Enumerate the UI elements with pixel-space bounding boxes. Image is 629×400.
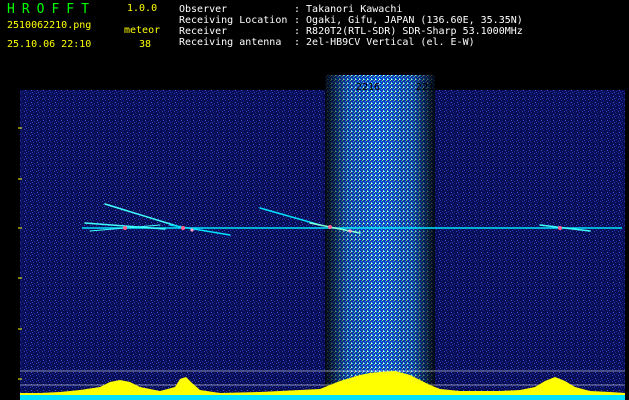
location-value: : Ogaki, Gifu, JAPAN (136.60E, 35.35N) bbox=[294, 15, 523, 26]
x-tick-label: 2217 bbox=[416, 82, 440, 93]
y-tick-label: 1.1 bbox=[2, 124, 20, 135]
y-tick-label: 0.6 bbox=[2, 374, 20, 385]
antenna-label: Receiving antenna bbox=[179, 37, 282, 48]
x-tick-label: 2216 bbox=[356, 82, 380, 93]
echo-head bbox=[348, 229, 352, 233]
x-tick-label: 2213 bbox=[180, 82, 204, 93]
x-tick-label: 2214 bbox=[238, 82, 262, 93]
y-unit-label: kHz bbox=[2, 75, 20, 86]
timestamp: 25.10.06 22:10 bbox=[7, 39, 92, 50]
info-panel: Observer : Takanori Kawachi Receiving Loc… bbox=[179, 4, 523, 48]
location-row: Receiving Location : Ogaki, Gifu, JAPAN (… bbox=[179, 15, 523, 26]
echo-head bbox=[190, 228, 194, 232]
x-tick-label: 2219 bbox=[536, 82, 560, 93]
x-tick-label: 2220 bbox=[596, 82, 620, 93]
receiver-row: Receiver : R820T2(RTL-SDR) SDR-Sharp 53.1… bbox=[179, 26, 523, 37]
echo-head bbox=[123, 226, 127, 230]
interference-band bbox=[325, 75, 435, 400]
meteor-count: 38 bbox=[139, 39, 152, 50]
y-tick-label: 0.8 bbox=[2, 274, 20, 285]
antenna-value: : 2el-HB9CV Vertical (el. E-W) bbox=[294, 37, 475, 48]
x-tick-label: 2218 bbox=[475, 82, 499, 93]
echo-head bbox=[328, 225, 332, 229]
y-tick-label: 0.7 bbox=[2, 325, 20, 336]
receiver-value: : R820T2(RTL-SDR) SDR-Sharp 53.1000MHz bbox=[294, 26, 523, 37]
observer-label: Observer bbox=[179, 4, 228, 15]
app-name: HROFFT bbox=[7, 2, 96, 17]
antenna-row: Receiving antenna : 2el-HB9CV Vertical (e… bbox=[179, 37, 523, 48]
x-tick-label: 2215 bbox=[298, 82, 322, 93]
noise-field bbox=[20, 90, 625, 400]
echo-head bbox=[181, 226, 185, 230]
meteor-label: meteor bbox=[124, 25, 161, 36]
spectrogram: kHz 2211 2212 2213 2214 2215 2216 2217 2… bbox=[2, 75, 625, 400]
location-label: Receiving Location bbox=[179, 15, 288, 26]
x-tick-label: 2212 bbox=[118, 82, 142, 93]
y-tick-label: 0.9 bbox=[2, 224, 20, 235]
receiver-label: Receiver bbox=[179, 26, 228, 37]
y-tick-label: 1.0 bbox=[2, 175, 20, 186]
echo-head bbox=[558, 226, 562, 230]
observer-value: : Takanori Kawachi bbox=[294, 4, 403, 15]
file-name: 2510062210.png bbox=[7, 20, 92, 31]
app-version: 1.0.0 bbox=[127, 3, 158, 14]
spectrum-base bbox=[20, 395, 625, 400]
observer-row: Observer : Takanori Kawachi bbox=[179, 4, 523, 15]
x-tick-label: 2211 bbox=[57, 82, 81, 93]
